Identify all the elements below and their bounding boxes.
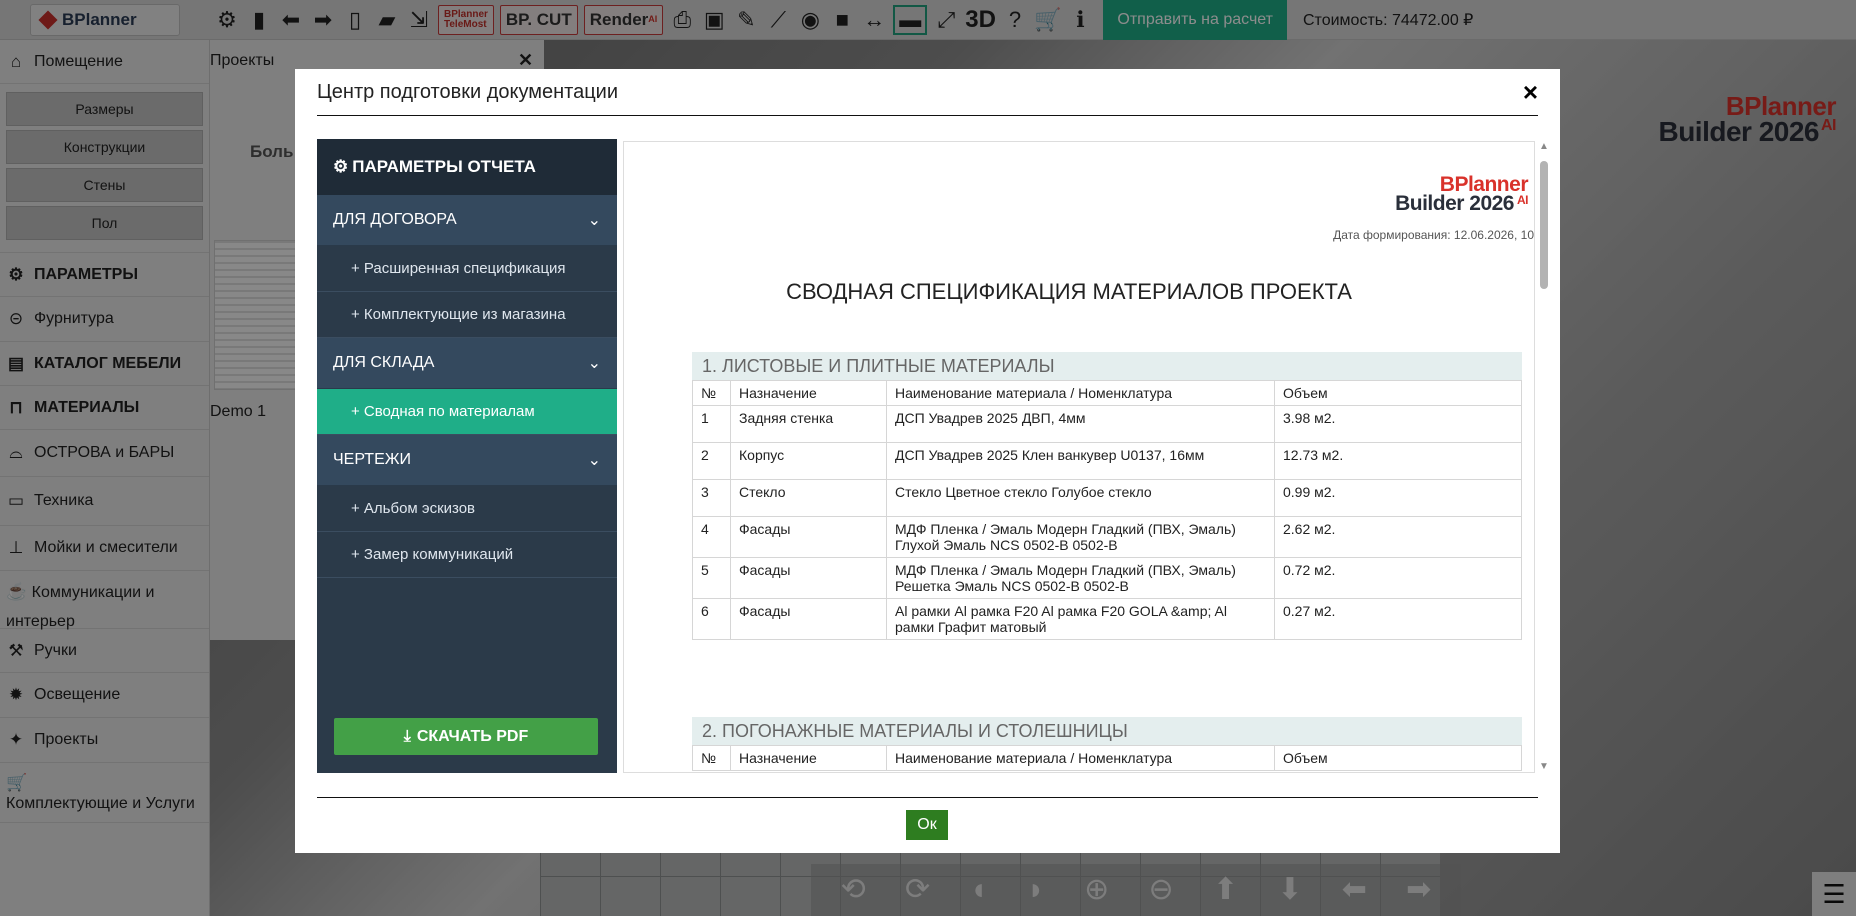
section-heading: 2. ПОГОНАЖНЫЕ МАТЕРИАЛЫ И СТОЛЕШНИЦЫ bbox=[692, 717, 1522, 745]
table-header-row: № Назначение Наименование материала / Но… bbox=[692, 745, 1522, 771]
link-sketch-album[interactable]: + Альбом эскизов bbox=[317, 486, 617, 532]
document-logo: BPlanner Builder 2026 AI bbox=[1395, 173, 1528, 215]
column-header: Наименование материала / Номенклатура bbox=[886, 380, 1275, 406]
document-title: СВОДНАЯ СПЕЦИФИКАЦИЯ МАТЕРИАЛОВ ПРОЕКТА bbox=[786, 279, 1352, 304]
chevron-down-icon: ⌄ bbox=[587, 212, 601, 229]
documentation-modal: Центр подготовки документации × ⚙ ПАРАМЕТ… bbox=[295, 69, 1560, 853]
divider bbox=[317, 115, 1538, 116]
document-scrollbar[interactable]: ▲ ▼ bbox=[1537, 141, 1551, 773]
table-row: 4 Фасады МДФ Пленка / Эмаль Модерн Гладки… bbox=[692, 516, 1522, 558]
download-pdf-button[interactable]: ⤓ СКАЧАТЬ PDF bbox=[334, 718, 598, 755]
link-extended-spec[interactable]: + Расширенная спецификация bbox=[317, 246, 617, 292]
document-date: Дата формирования: 12.06.2026, 10 bbox=[1333, 228, 1534, 242]
report-params-header: ⚙ ПАРАМЕТРЫ ОТЧЕТА bbox=[317, 139, 617, 195]
report-params-panel: ⚙ ПАРАМЕТРЫ ОТЧЕТА ДЛЯ ДОГОВОРА ⌄ + Расшир… bbox=[317, 139, 617, 773]
column-header: Объем bbox=[1274, 380, 1522, 406]
column-header: № bbox=[692, 745, 731, 771]
divider bbox=[317, 797, 1538, 798]
close-icon[interactable]: × bbox=[1523, 77, 1538, 108]
column-header: Наименование материала / Номенклатура bbox=[886, 745, 1275, 771]
column-header: № bbox=[692, 380, 731, 406]
section-warehouse[interactable]: ДЛЯ СКЛАДА ⌄ bbox=[317, 338, 617, 389]
chevron-down-icon: ⌄ bbox=[587, 452, 601, 469]
section-heading: 1. ЛИСТОВЫЕ И ПЛИТНЫЕ МАТЕРИАЛЫ bbox=[692, 352, 1522, 380]
column-header: Назначение bbox=[730, 380, 887, 406]
chevron-down-icon: ⌄ bbox=[587, 355, 601, 372]
table-row: 5 Фасады МДФ Пленка / Эмаль Модерн Гладки… bbox=[692, 557, 1522, 599]
ok-button[interactable]: Ок bbox=[906, 810, 948, 840]
table-row: 1 Задняя стенка ДСП Увадрев 2025 ДВП, 4мм… bbox=[692, 405, 1522, 443]
table-row: 3 Стекло Стекло Цветное стекло Голубое ст… bbox=[692, 479, 1522, 517]
linear-materials-table: № Назначение Наименование материала / Но… bbox=[692, 745, 1522, 771]
link-materials-summary[interactable]: + Сводная по материалам bbox=[317, 389, 617, 435]
scroll-down-icon[interactable]: ▼ bbox=[1539, 761, 1549, 772]
table-row: 6 Фасады Al рамки Al рамка F20 Al рамка F… bbox=[692, 598, 1522, 640]
download-icon: ⤓ bbox=[403, 727, 411, 745]
gear-icon: ⚙ bbox=[333, 157, 349, 176]
scroll-thumb[interactable] bbox=[1540, 161, 1548, 289]
link-communications-measure[interactable]: + Замер коммуникаций bbox=[317, 532, 617, 578]
scroll-up-icon[interactable]: ▲ bbox=[1539, 141, 1549, 152]
table-header-row: № Назначение Наименование материала / Но… bbox=[692, 380, 1522, 406]
section-drawings[interactable]: ЧЕРТЕЖИ ⌄ bbox=[317, 435, 617, 486]
link-shop-components[interactable]: + Комплектующие из магазина bbox=[317, 292, 617, 338]
materials-table: № Назначение Наименование материала / Но… bbox=[692, 380, 1522, 640]
column-header: Объем bbox=[1274, 745, 1522, 771]
column-header: Назначение bbox=[730, 745, 887, 771]
modal-title: Центр подготовки документации bbox=[317, 81, 619, 103]
section-contract[interactable]: ДЛЯ ДОГОВОРА ⌄ bbox=[317, 195, 617, 246]
document-preview[interactable]: BPlanner Builder 2026 AI Дата формировани… bbox=[623, 141, 1535, 773]
table-row: 2 Корпус ДСП Увадрев 2025 Клен ванкувер U… bbox=[692, 442, 1522, 480]
